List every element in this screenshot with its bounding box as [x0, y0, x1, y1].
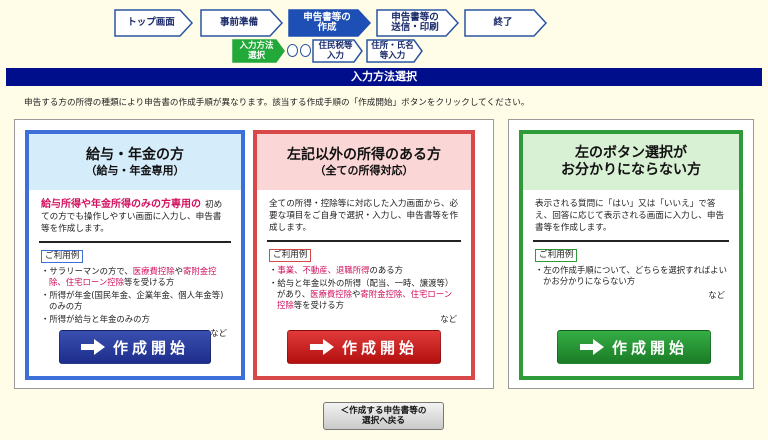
- divider: [39, 241, 231, 243]
- dot: [287, 44, 298, 57]
- substep-label: 住所・氏名 等入力: [371, 41, 414, 61]
- substep-input-method: 入力方法 選択: [232, 39, 286, 63]
- arrow-right-icon: [309, 339, 334, 355]
- arrow-right-icon: [80, 339, 105, 355]
- list-item: 所得が給与と年金のみの方: [41, 314, 229, 325]
- card-description: 全ての所得・控除等に対応した入力画面から、必要な項目をご自身で選択・入力し、申告…: [257, 190, 471, 234]
- list-item: 左の作成手順について、どちらを選択すればよいかお分かりにならない方: [535, 265, 727, 287]
- card-salary-pension: 給与・年金の方 （給与・年金専用） 給与所得や年金所得のみの方専用の 初めての方で…: [25, 130, 245, 380]
- page-title: 入力方法選択: [6, 68, 762, 86]
- step-navigation: トップ画面 事前準備 申告書等の 作成 申告書等の 送信・印刷 終了: [114, 9, 714, 39]
- divider: [267, 240, 461, 242]
- example-list: サラリーマンの方で、医療費控除や寄附金控除、住宅ローン控除等を受ける方 所得が年…: [29, 266, 241, 325]
- card-all-income: 左記以外の所得のある方 （全ての所得対応） 全ての所得・控除等に対応した入力画面…: [253, 130, 475, 380]
- card-not-sure: 左のボタン選択が お分かりにならない方 表示される質問に「はい」又は「いいえ」で…: [519, 130, 743, 380]
- progress-dots: [287, 44, 311, 57]
- card-lead: 給与所得や年金所得のみの方専用の: [41, 199, 201, 210]
- list-item: サラリーマンの方で、医療費控除や寄附金控除、住宅ローン控除等を受ける方: [41, 266, 229, 288]
- step-label: 申告書等の 作成: [303, 12, 351, 33]
- card-heading: 左のボタン選択が: [575, 145, 687, 161]
- step-label: トップ画面: [127, 17, 175, 28]
- options-group-main: 給与・年金の方 （給与・年金専用） 給与所得や年金所得のみの方専用の 初めての方で…: [14, 119, 494, 389]
- card-header: 給与・年金の方 （給与・年金専用）: [29, 134, 241, 190]
- card-heading: 左記以外の所得のある方: [287, 146, 441, 163]
- button-label: 作成開始: [341, 338, 418, 357]
- substep-label: 入力方法 選択: [239, 41, 274, 61]
- substep-residence-tax: 住民税等 入力: [312, 39, 364, 63]
- card-header: 左のボタン選択が お分かりにならない方: [523, 134, 739, 190]
- list-item: 事業、不動産、退職所得のある方: [269, 265, 459, 276]
- usage-example-tag: ご利用例: [535, 249, 578, 262]
- step-preparation: 事前準備: [200, 9, 284, 37]
- card-subheading: （全ての所得対応）: [314, 163, 414, 177]
- step-send-print: 申告書等の 送信・印刷: [376, 9, 460, 37]
- card-desc: 全ての所得・控除等に対応した入力画面から、必要な項目をご自身で選択・入力し、申告…: [269, 199, 459, 233]
- substep-label: 住民税等 入力: [318, 41, 353, 61]
- step-end: 終了: [464, 9, 548, 37]
- card-description: 表示される質問に「はい」又は「いいえ」で答え、回答に応じて表示される画面に入力し…: [523, 190, 739, 234]
- substep-address-name: 住所・氏名 等入力: [366, 39, 424, 63]
- button-label: 作成開始: [112, 338, 189, 357]
- step-top: トップ画面: [114, 9, 194, 37]
- options-group-help: 左のボタン選択が お分かりにならない方 表示される質問に「はい」又は「いいえ」で…: [508, 119, 754, 389]
- card-heading: 給与・年金の方: [86, 146, 184, 163]
- example-list: 事業、不動産、退職所得のある方 給与と年金以外の所得（配当、一時、譲渡等）があり…: [257, 265, 471, 311]
- button-label: 作成開始: [611, 338, 688, 357]
- step-create: 申告書等の 作成: [288, 9, 372, 37]
- start-button-not-sure[interactable]: 作成開始: [557, 330, 711, 364]
- card-header: 左記以外の所得のある方 （全ての所得対応）: [257, 134, 471, 190]
- instruction-text: 申告する方の所得の種類により申告書の作成手順が異なります。該当する作成手順の「作…: [24, 98, 530, 108]
- usage-example-tag: ご利用例: [269, 249, 312, 262]
- step-label: 事前準備: [219, 17, 258, 28]
- arrow-right-icon: [579, 339, 604, 355]
- card-description: 給与所得や年金所得のみの方専用の 初めての方でも操作しやすい画面に入力し、申告書等…: [29, 190, 241, 235]
- start-button-salary-pension[interactable]: 作成開始: [59, 330, 211, 364]
- list-item: 所得が年金(国民年金、企業年金、個人年金等)のみの方: [41, 290, 229, 312]
- etc-label: など: [708, 290, 725, 300]
- back-button[interactable]: ＜作成する申告書等の 選択へ戻る: [323, 402, 444, 430]
- card-subheading: （給与・年金専用）: [85, 163, 185, 177]
- step-label: 終了: [493, 17, 513, 28]
- divider: [533, 240, 729, 242]
- usage-example-tag: ご利用例: [41, 250, 84, 263]
- card-desc: 表示される質問に「はい」又は「いいえ」で答え、回答に応じて表示される画面に入力し…: [535, 199, 725, 233]
- start-button-all-income[interactable]: 作成開始: [287, 330, 441, 364]
- dot: [300, 44, 311, 57]
- card-subheading: お分かりにならない方: [561, 162, 701, 178]
- etc-label: など: [440, 314, 457, 324]
- list-item: 給与と年金以外の所得（配当、一時、譲渡等）があり、医療費控除や寄附金控除、住宅ロ…: [269, 278, 459, 311]
- step-label: 申告書等の 送信・印刷: [391, 12, 439, 33]
- example-list: 左の作成手順について、どちらを選択すればよいかお分かりにならない方: [523, 265, 739, 287]
